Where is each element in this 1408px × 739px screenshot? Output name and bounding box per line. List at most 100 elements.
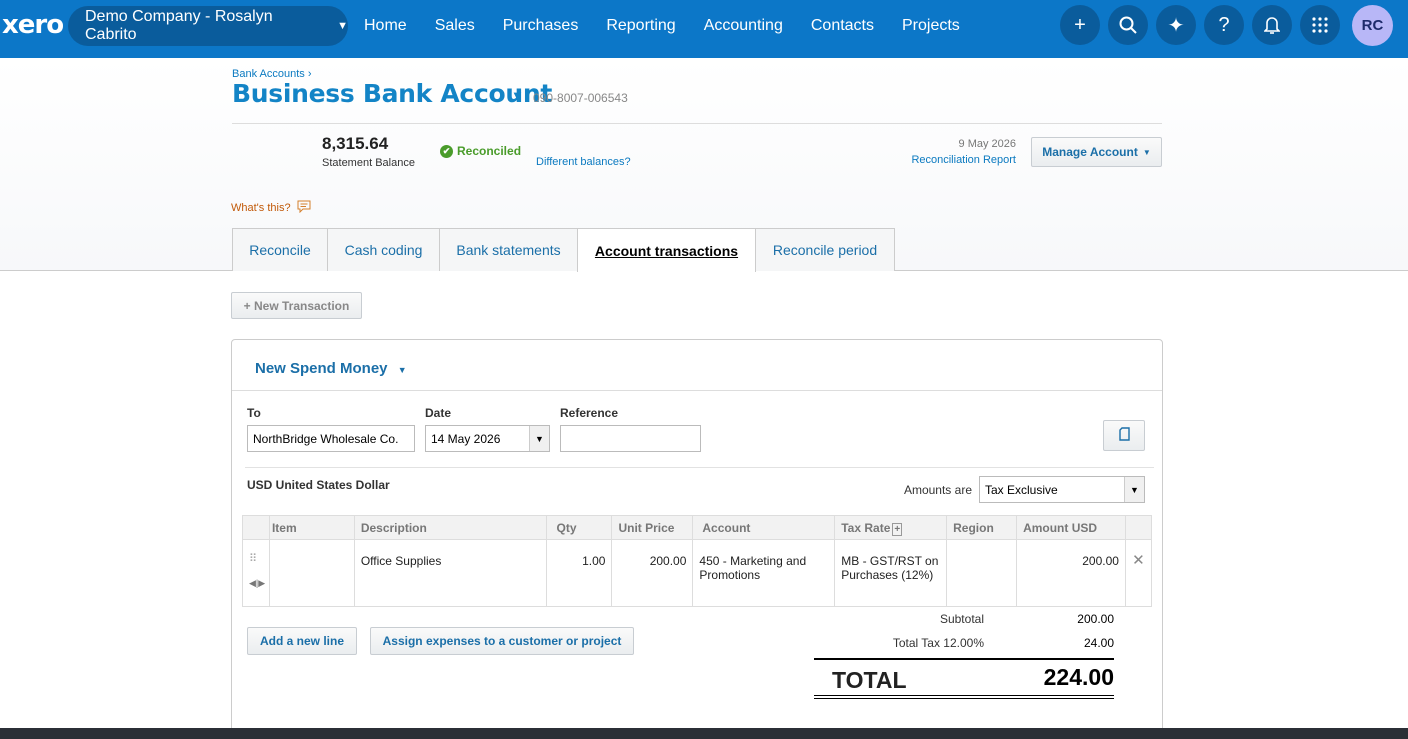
col-item: Item bbox=[268, 515, 355, 540]
search-icon[interactable] bbox=[1108, 5, 1148, 45]
double-underline bbox=[814, 695, 1114, 699]
speech-bubble-icon bbox=[297, 200, 311, 216]
document-icon bbox=[1118, 427, 1130, 444]
nav-reporting[interactable]: Reporting bbox=[606, 17, 675, 35]
chevron-down-icon[interactable]: ▼ bbox=[511, 88, 524, 103]
os-taskbar bbox=[0, 728, 1408, 739]
date-value: 14 May 2026 bbox=[431, 431, 501, 446]
reconciled-label: Reconciled bbox=[457, 144, 522, 158]
col-unit-price: Unit Price bbox=[611, 515, 694, 540]
delete-column-header bbox=[1124, 515, 1153, 540]
account-number: 090-8007-006543 bbox=[533, 91, 628, 105]
attach-file-button[interactable] bbox=[1103, 420, 1145, 451]
col-region: Region bbox=[946, 515, 1018, 540]
line-items-table: Item Description Qty Unit Price Account … bbox=[242, 515, 1153, 607]
cell-account[interactable]: 450 - Marketing and Promotions bbox=[692, 539, 836, 607]
account-tabs: Reconcile Cash coding Bank statements Ac… bbox=[232, 228, 895, 272]
different-balances-link[interactable]: Different balances? bbox=[536, 156, 631, 168]
form-heading[interactable]: New Spend Money ▼ bbox=[255, 360, 407, 377]
tab-reconcile-period[interactable]: Reconcile period bbox=[755, 228, 895, 271]
cell-item[interactable] bbox=[268, 539, 355, 607]
resize-arrows-icon[interactable]: ◀|▶ bbox=[249, 578, 265, 588]
tab-reconcile[interactable]: Reconcile bbox=[232, 228, 328, 271]
manage-account-button[interactable]: Manage Account ▼ bbox=[1031, 137, 1162, 167]
plus-icon[interactable]: + bbox=[1060, 5, 1100, 45]
col-amount: Amount USD bbox=[1016, 515, 1126, 540]
col-qty: Qty bbox=[545, 515, 613, 540]
date-field[interactable]: 14 May 2026 ▼ bbox=[425, 425, 550, 452]
organisation-name: Demo Company - Rosalyn Cabrito bbox=[85, 8, 273, 43]
manage-account-label: Manage Account bbox=[1042, 145, 1138, 159]
user-avatar[interactable]: RC bbox=[1352, 5, 1393, 46]
chevron-down-icon[interactable]: ▼ bbox=[1124, 477, 1144, 502]
calendar-dropdown-icon[interactable]: ▼ bbox=[529, 426, 549, 451]
statement-balance-label: Statement Balance bbox=[322, 157, 415, 169]
drag-handle[interactable]: ⠿ ◀|▶ bbox=[242, 539, 270, 607]
amounts-are-label: Amounts are bbox=[903, 483, 972, 497]
nav-home[interactable]: Home bbox=[364, 17, 407, 35]
help-icon[interactable]: ? bbox=[1204, 5, 1244, 45]
tab-cash-coding[interactable]: Cash coding bbox=[327, 228, 440, 271]
amounts-are-value: Tax Exclusive bbox=[985, 482, 1058, 497]
divider bbox=[814, 658, 1114, 660]
nav-accounting[interactable]: Accounting bbox=[704, 17, 783, 35]
col-tax-rate-label: Tax Rate bbox=[841, 520, 891, 535]
bell-icon[interactable] bbox=[1252, 5, 1292, 45]
nav-purchases[interactable]: Purchases bbox=[503, 17, 579, 35]
cell-tax-rate[interactable]: MB - GST/RST on Purchases (12%) bbox=[834, 539, 948, 607]
date-label: Date bbox=[425, 406, 452, 420]
col-tax-rate[interactable]: Tax Rate + bbox=[834, 515, 948, 540]
cell-unit-price[interactable]: 200.00 bbox=[611, 539, 694, 607]
sparkle-icon[interactable]: ✦ bbox=[1156, 5, 1196, 45]
tab-bank-statements[interactable]: Bank statements bbox=[439, 228, 578, 271]
chevron-down-icon: ▼ bbox=[397, 365, 407, 375]
cell-description[interactable]: Office Supplies bbox=[353, 539, 547, 607]
divider bbox=[245, 467, 1154, 468]
table-row: ⠿ ◀|▶ Office Supplies 1.00 200.00 450 - … bbox=[242, 539, 1153, 607]
panel-header: New Spend Money ▼ bbox=[232, 340, 1162, 391]
main-nav: Home Sales Purchases Reporting Accountin… bbox=[364, 0, 988, 52]
col-account: Account bbox=[692, 515, 836, 540]
organisation-switcher[interactable]: Demo Company - Rosalyn Cabrito ▼ bbox=[68, 6, 348, 46]
chevron-down-icon: ▼ bbox=[1142, 147, 1151, 157]
reconciliation-report-link[interactable]: Reconciliation Report bbox=[896, 154, 1016, 166]
new-transaction-button[interactable]: + New Transaction bbox=[231, 292, 362, 319]
subtotal-value: 200.00 bbox=[1077, 612, 1114, 626]
currency-label: USD United States Dollar bbox=[247, 478, 390, 492]
cell-qty[interactable]: 1.00 bbox=[545, 539, 613, 607]
add-new-line-button[interactable]: Add a new line bbox=[247, 627, 357, 655]
drag-column-header bbox=[242, 515, 270, 540]
page-title[interactable]: Business Bank Account bbox=[232, 79, 552, 108]
reference-field[interactable] bbox=[560, 425, 701, 452]
whats-this-label: What's this? bbox=[231, 202, 291, 214]
expand-icon[interactable]: + bbox=[892, 522, 903, 536]
nav-projects[interactable]: Projects bbox=[902, 17, 960, 35]
total-label: TOTAL bbox=[832, 667, 907, 693]
reconciliation-date: 9 May 2026 bbox=[958, 138, 1016, 150]
statement-balance: 8,315.64 bbox=[322, 134, 389, 153]
cell-amount[interactable]: 200.00 bbox=[1016, 539, 1126, 607]
assign-expenses-button[interactable]: Assign expenses to a customer or project bbox=[370, 627, 634, 655]
nav-contacts[interactable]: Contacts bbox=[811, 17, 874, 35]
tab-account-transactions[interactable]: Account transactions bbox=[577, 228, 756, 272]
delete-row-icon[interactable]: ✕ bbox=[1124, 539, 1153, 607]
table-header-row: Item Description Qty Unit Price Account … bbox=[242, 515, 1153, 540]
col-description: Description bbox=[353, 515, 547, 540]
reference-label: Reference bbox=[560, 406, 619, 420]
to-field[interactable]: NorthBridge Wholesale Co. bbox=[247, 425, 415, 452]
drag-dots-icon: ⠿ bbox=[249, 553, 258, 565]
nav-sales[interactable]: Sales bbox=[435, 17, 475, 35]
whats-this-link[interactable]: What's this? bbox=[231, 200, 311, 216]
apps-grid-icon[interactable] bbox=[1300, 5, 1340, 45]
subtotal-label: Subtotal bbox=[939, 612, 984, 626]
xero-logo[interactable]: xero bbox=[2, 10, 64, 40]
cell-region[interactable] bbox=[946, 539, 1018, 607]
form-heading-label: New Spend Money bbox=[255, 360, 388, 377]
amounts-are-select[interactable]: Tax Exclusive ▼ bbox=[979, 476, 1145, 503]
check-icon: ✔ bbox=[440, 144, 453, 158]
top-navigation-bar: xero Demo Company - Rosalyn Cabrito ▼ Ho… bbox=[0, 0, 1408, 58]
chevron-down-icon: ▼ bbox=[337, 20, 348, 32]
reconciled-status: ✔ Reconciled bbox=[440, 144, 521, 158]
divider bbox=[232, 123, 1162, 124]
to-label: To bbox=[247, 406, 261, 420]
